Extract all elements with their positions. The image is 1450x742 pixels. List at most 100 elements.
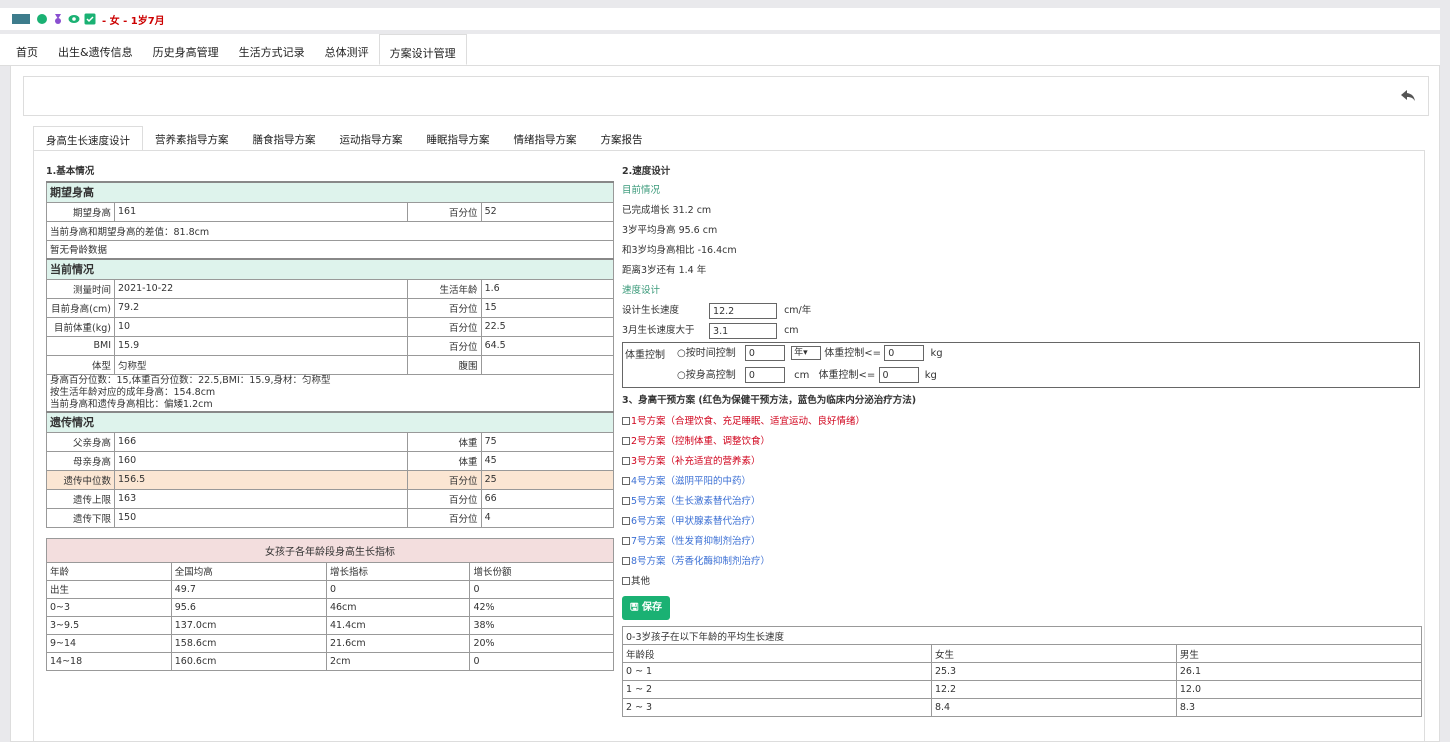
growth-cell: 20%	[469, 633, 614, 653]
checkbox[interactable]	[622, 497, 630, 505]
info-row: 父亲身高 166 体重 75	[46, 431, 615, 452]
avg-cell: 1 ~ 2	[622, 680, 932, 699]
row-value: 156.5	[114, 469, 408, 490]
current-title: 当前情况	[46, 258, 614, 280]
height-value-input[interactable]: 0	[744, 367, 785, 383]
nav-tab[interactable]: 方案设计管理	[378, 34, 467, 65]
sub-tab[interactable]: 营养素指导方案	[143, 126, 241, 151]
time-value-input[interactable]: 0	[744, 345, 785, 361]
row-value: 10	[114, 316, 408, 337]
save-button[interactable]: 🖫 保存	[622, 596, 671, 620]
checkbox[interactable]	[622, 437, 630, 445]
nav-tab[interactable]: 总体测评	[315, 34, 379, 65]
row-label: 母亲身高	[46, 450, 115, 471]
expected-title: 期望身高	[46, 181, 614, 203]
nav-tab[interactable]: 出生&遗传信息	[48, 34, 143, 65]
growth-cell: 9~14	[46, 633, 172, 653]
checkbox[interactable]	[622, 477, 630, 485]
info-row: 目前身高(cm) 79.2 百分位 15	[46, 297, 615, 318]
save-label: 保存	[642, 602, 663, 613]
row-label: 目前身高(cm)	[46, 297, 115, 318]
avg-cell: 12.2	[930, 680, 1177, 699]
avg-cell: 8.4	[930, 698, 1177, 717]
plan-checkbox-item[interactable]: 4号方案（滋阴平阳的中药）	[622, 472, 1422, 492]
plan-checkbox-item[interactable]: 其他	[622, 572, 1422, 592]
chat-icon[interactable]	[36, 13, 48, 25]
sub-tab[interactable]: 睡眠指导方案	[415, 126, 502, 151]
weight-control-box: 体重控制 ○按时间控制 0 年▾ 体重控制<= 0 kg ○按身高控制 0 cm…	[622, 342, 1420, 388]
avg-cell: 8.3	[1175, 698, 1423, 717]
growth-cell: 42%	[469, 597, 614, 617]
checkbox[interactable]	[622, 537, 630, 545]
avg-cell: 25.3	[930, 662, 1177, 681]
time-weight-input[interactable]: 0	[884, 345, 925, 361]
expected-pct-value: 52	[480, 201, 615, 222]
main-panel: 身高生长速度设计 营养素指导方案 膳食指导方案 运动指导方案 睡眠指导方案 情绪指导方案方…	[10, 66, 1440, 742]
plan-checkbox-item[interactable]: 1号方案（合理饮食、充足睡眠、适宜运动、良好情绪）	[622, 412, 1422, 432]
avg-header-cell: 年龄段	[622, 644, 932, 663]
plan-subtabs: 身高生长速度设计 营养素指导方案 膳食指导方案 运动指导方案 睡眠指导方案 情绪指导方案方…	[33, 126, 655, 151]
checkbox[interactable]	[622, 557, 630, 565]
plan-list: 1号方案（合理饮食、充足睡眠、适宜运动、良好情绪） 2号方案（控制体重、调整饮食）…	[622, 412, 1422, 592]
plan-checkbox-item[interactable]: 7号方案（性发育抑制剂治疗）	[622, 532, 1422, 552]
growth-row: 9~14 158.6cm 21.6cm 20%	[46, 633, 614, 653]
growth-table-title: 女孩子各年龄段身高生长指标	[46, 537, 614, 563]
growth-row: 出生 49.7 0 0	[46, 579, 614, 599]
avg-speed-table: 0-3岁孩子在以下年龄的平均生长速度 年龄段 女生 男生 0 ~ 1 25.3 26.1 1…	[622, 626, 1423, 717]
check-box-icon[interactable]	[84, 13, 96, 25]
speed-line: 已完成增长 31.2 cm	[622, 205, 712, 216]
growth-header-cell: 增长份额	[469, 561, 614, 581]
checkbox[interactable]	[622, 517, 630, 525]
nav-tab[interactable]: 首页	[6, 34, 48, 65]
plan-label: 6号方案（甲状腺素替代治疗）	[631, 516, 761, 527]
plan-checkbox-item[interactable]: 2号方案（控制体重、调整饮食）	[622, 432, 1422, 452]
info-row: 遗传下限 150 百分位 4	[46, 507, 615, 528]
by-height-radio[interactable]: ○按身高控制	[677, 370, 736, 381]
growth-row: 3~9.5 137.0cm 41.4cm 38%	[46, 615, 614, 635]
growth-cell: 95.6	[170, 597, 327, 617]
patient-title: - 女 - 1岁7月	[102, 15, 165, 27]
row-value: 163	[114, 488, 408, 509]
sub-tab[interactable]: 膳食指导方案	[241, 126, 328, 151]
sub-tab[interactable]: 情绪指导方案	[502, 126, 589, 151]
note-line: 身高百分位数：15,体重百分位数：22.5,BMI：15.9,身材：匀称型	[50, 374, 331, 386]
avg-row: 2 ~ 3 8.4 8.3	[622, 698, 1423, 717]
sub-tab[interactable]: 身高生长速度设计	[33, 126, 143, 151]
design-speed-input[interactable]: 12.2	[709, 302, 778, 319]
info-row: 遗传中位数 156.5 百分位 25	[46, 469, 615, 490]
nav-tab[interactable]: 历史身高管理	[143, 34, 229, 65]
speed-design-column: 2.速度设计 目前情况 已完成增长 31.2 cm 3岁平均身高 95.6 cm…	[622, 163, 1423, 717]
time-unit-select[interactable]: 年▾	[791, 346, 822, 360]
checkbox[interactable]	[622, 417, 630, 425]
m3-speed-input[interactable]: 3.1	[709, 322, 778, 339]
row-value: 79.2	[114, 297, 408, 318]
height-weight-input[interactable]: 0	[878, 367, 919, 383]
checkbox[interactable]	[622, 457, 630, 465]
plan-checkbox-item[interactable]: 3号方案（补充适宜的营养素）	[622, 452, 1422, 472]
sub-tab[interactable]: 方案报告	[589, 126, 655, 151]
back-arrow-icon[interactable]	[1400, 89, 1416, 103]
note-line: 当前身高和遗传身高相比：偏矮1.2cm	[50, 398, 213, 410]
eye-icon[interactable]	[68, 13, 80, 25]
plan-checkbox-item[interactable]: 5号方案（生长激素替代治疗）	[622, 492, 1422, 512]
row-label: 百分位	[406, 297, 482, 318]
row-label: 测量时间	[46, 278, 115, 299]
checkbox[interactable]	[622, 577, 630, 585]
row-value: 15.9	[114, 335, 408, 356]
by-time-radio[interactable]: ○按时间控制	[677, 348, 736, 359]
plan-label: 1号方案（合理饮食、充足睡眠、适宜运动、良好情绪）	[631, 416, 866, 427]
expected-pct-label: 百分位	[406, 201, 482, 222]
sub-tab[interactable]: 运动指导方案	[328, 126, 415, 151]
medal-icon[interactable]	[52, 13, 64, 25]
speed-heading: 2.速度设计	[622, 166, 671, 177]
plan-label: 5号方案（生长激素替代治疗）	[631, 496, 761, 507]
plan-checkbox-item[interactable]: 8号方案（芳香化酶抑制剂治疗）	[622, 552, 1422, 572]
current-notes: 身高百分位数：15,体重百分位数：22.5,BMI：15.9,身材：匀称型 按生…	[46, 373, 614, 413]
expected-height-label: 期望身高	[46, 201, 115, 222]
expected-height-value: 161	[114, 201, 408, 222]
nav-tab[interactable]: 生活方式记录	[229, 34, 315, 65]
speed-design-label: 速度设计	[622, 285, 661, 296]
plan-checkbox-item[interactable]: 6号方案（甲状腺素替代治疗）	[622, 512, 1422, 532]
growth-cell: 160.6cm	[170, 651, 327, 671]
avg-cell: 26.1	[1175, 662, 1423, 681]
